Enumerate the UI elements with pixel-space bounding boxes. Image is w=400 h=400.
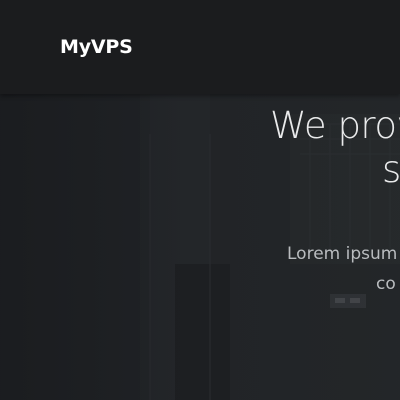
hero-headline: We prov bbox=[270, 104, 400, 147]
hero-subtext-line-2: co bbox=[376, 274, 396, 294]
hero-subtext: Lorem ipsum d bbox=[287, 244, 400, 264]
page: MyVPS We pro s Lorem ipsum co bbox=[0, 0, 400, 400]
hero-headline-line-2: s bbox=[382, 148, 400, 191]
top-navbar: MyVPS bbox=[0, 0, 400, 94]
brand-logo-link[interactable]: MyVPS bbox=[60, 34, 133, 60]
